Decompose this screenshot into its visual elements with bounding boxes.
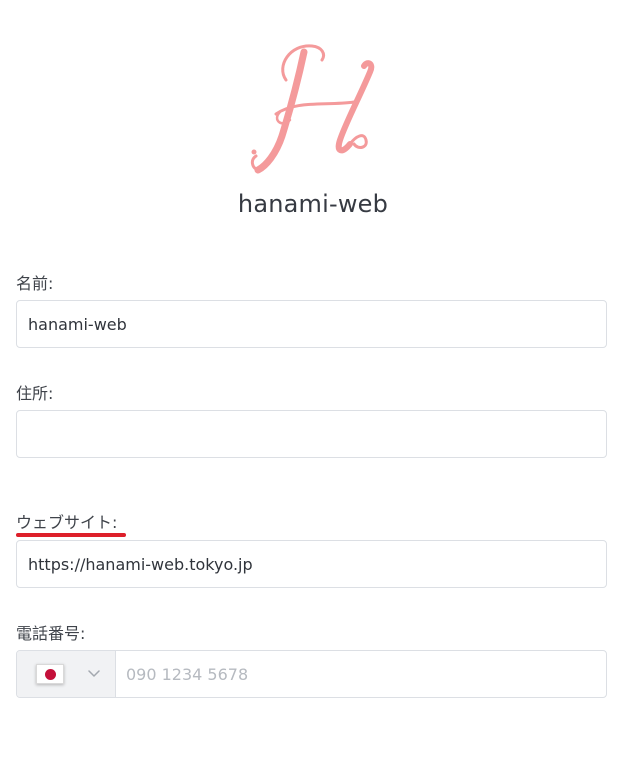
brand-name: hanami-web [237, 190, 389, 218]
japan-flag-icon [36, 664, 64, 684]
address-label: 住所: [16, 384, 54, 403]
chevron-down-icon [87, 667, 101, 681]
address-field[interactable] [16, 410, 607, 458]
name-field[interactable] [16, 300, 607, 348]
website-field[interactable] [16, 540, 607, 588]
phone-number-input[interactable] [116, 651, 606, 697]
website-label-highlight [16, 533, 126, 537]
website-label: ウェブサイト: [16, 513, 118, 532]
phone-field-group [16, 650, 607, 698]
script-h-logo-icon [250, 44, 375, 174]
country-code-select[interactable] [17, 651, 116, 697]
name-label: 名前: [16, 274, 54, 293]
phone-label: 電話番号: [16, 624, 86, 643]
flag-disc [44, 668, 56, 680]
brand-logo [246, 40, 380, 180]
